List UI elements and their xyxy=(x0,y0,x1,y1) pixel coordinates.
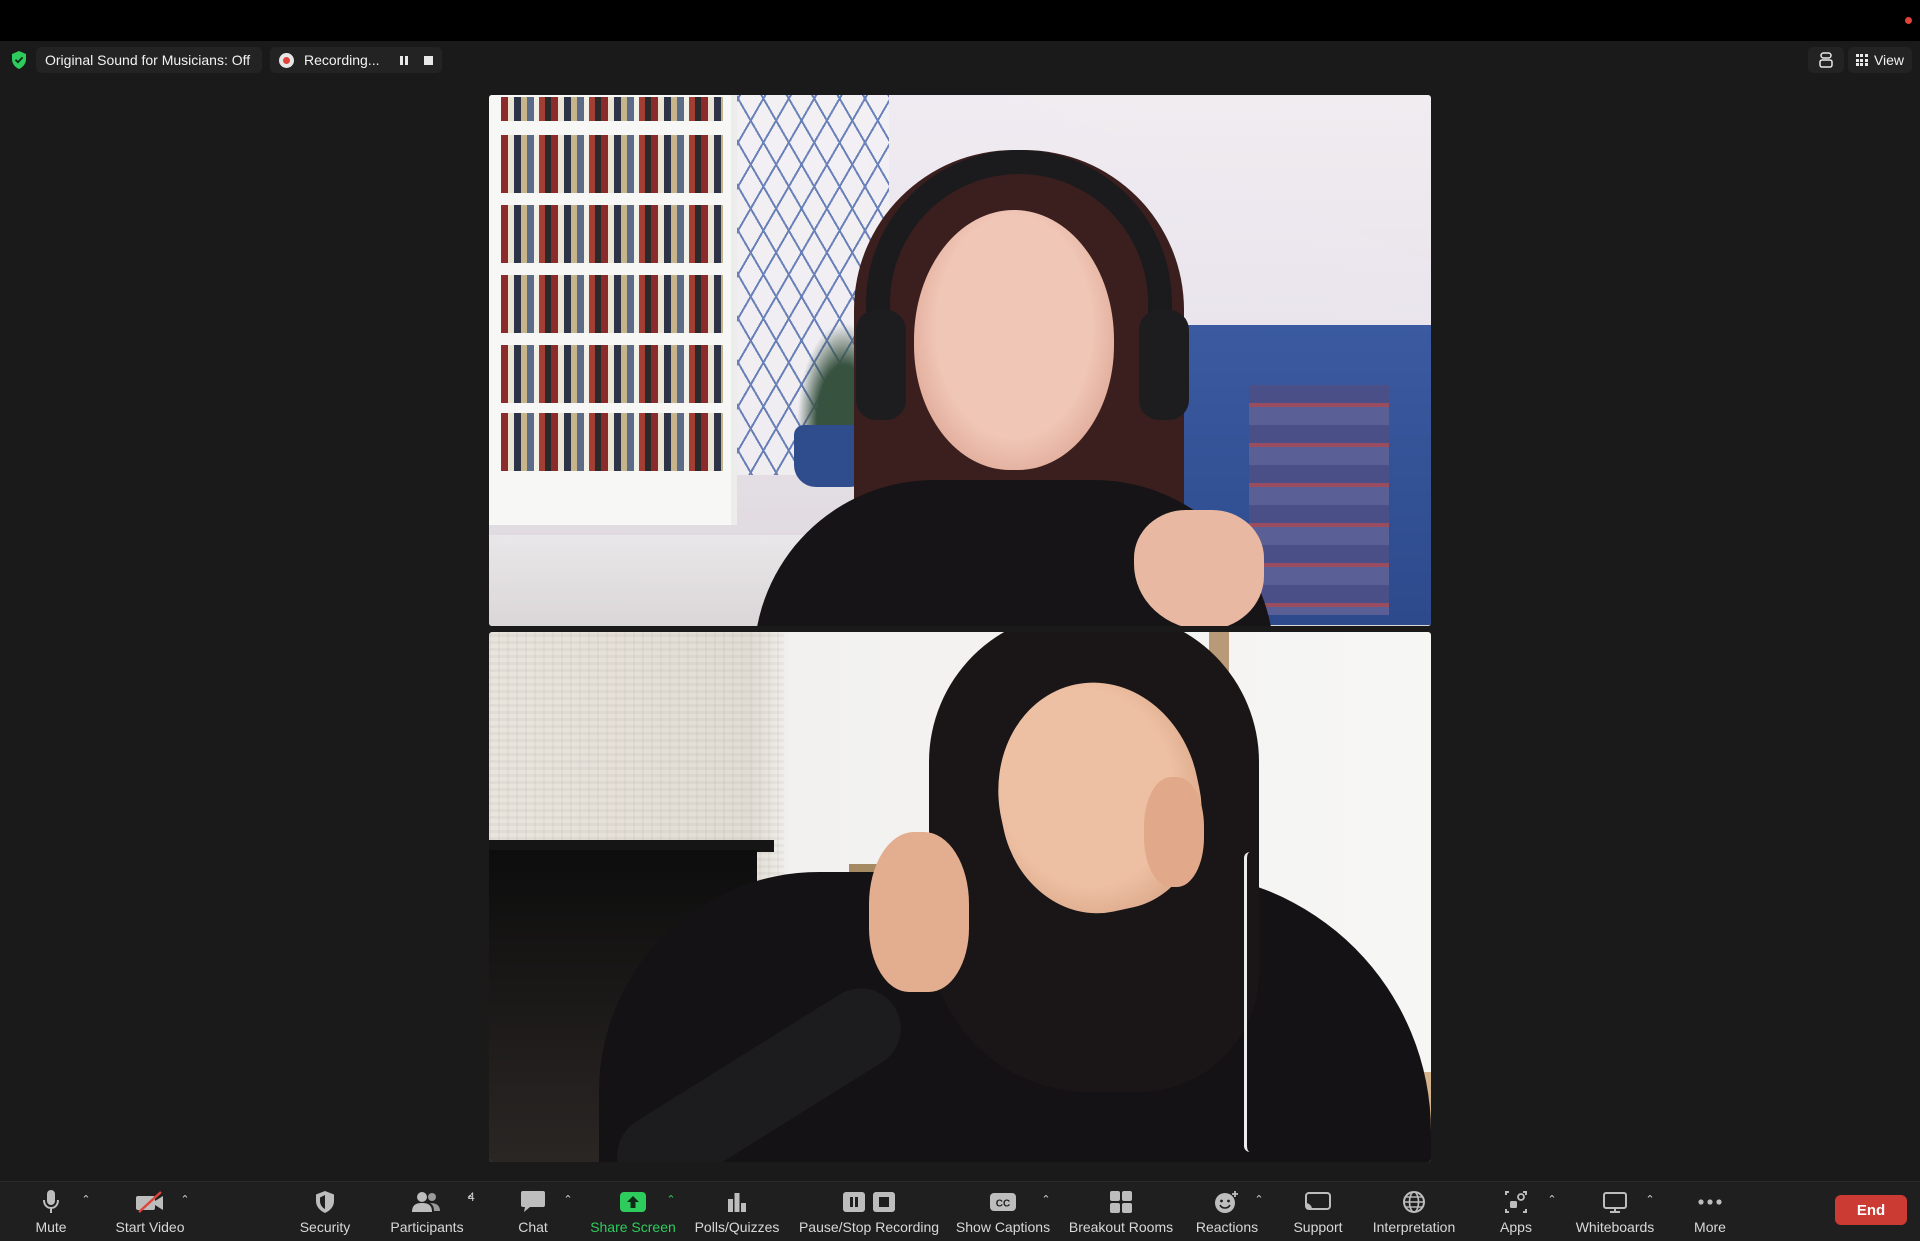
mute-button[interactable]: Mute xyxy=(30,1188,72,1238)
pause-stop-recording-label: Pause/Stop Recording xyxy=(798,1219,940,1235)
share-options-chevron-icon[interactable]: ⌃ xyxy=(666,1195,676,1206)
reactions-label: Reactions xyxy=(1195,1219,1259,1235)
whiteboards-options-chevron-icon[interactable]: ⌃ xyxy=(1645,1195,1655,1206)
end-meeting-button[interactable]: End xyxy=(1835,1195,1907,1225)
participant-video-tile[interactable] xyxy=(489,632,1431,1162)
whiteboard-icon xyxy=(1603,1192,1627,1213)
breakout-rooms-button[interactable]: Breakout Rooms xyxy=(1069,1188,1173,1238)
polls-quizzes-label: Polls/Quizzes xyxy=(694,1219,780,1235)
support-label: Support xyxy=(1293,1219,1343,1235)
share-screen-icon xyxy=(620,1192,646,1212)
original-sound-label: Original Sound for Musicians: Off xyxy=(45,52,251,68)
breakout-rooms-label: Breakout Rooms xyxy=(1068,1219,1174,1235)
view-label: View xyxy=(1873,52,1905,68)
svg-text:CC: CC xyxy=(996,1199,1010,1210)
audio-options-chevron-icon[interactable]: ⌃ xyxy=(81,1195,91,1206)
start-video-label: Start Video xyxy=(115,1219,185,1235)
whiteboards-button[interactable]: Whiteboards xyxy=(1574,1188,1656,1238)
microphone-icon xyxy=(43,1190,59,1213)
globe-icon xyxy=(1403,1191,1425,1213)
cc-icon: CC xyxy=(990,1193,1016,1211)
stop-recording-icon[interactable] xyxy=(424,55,433,65)
pause-stop-recording-button[interactable]: Pause/Stop Recording xyxy=(797,1188,941,1238)
chat-options-chevron-icon[interactable]: ⌃ xyxy=(563,1195,573,1206)
bookshelf xyxy=(489,95,737,525)
participants-options-chevron-icon[interactable]: ⌃ xyxy=(465,1195,475,1206)
share-screen-button[interactable]: Share Screen xyxy=(590,1188,676,1238)
poll-icon xyxy=(728,1193,746,1212)
whiteboards-label: Whiteboards xyxy=(1575,1219,1655,1235)
interpretation-label: Interpretation xyxy=(1372,1219,1456,1235)
original-sound-toggle[interactable]: Original Sound for Musicians: Off xyxy=(36,47,262,73)
video-off-icon xyxy=(136,1191,163,1213)
meeting-top-bar: Original Sound for Musicians: Off Record… xyxy=(0,41,1920,79)
more-label: More xyxy=(1694,1219,1726,1235)
reactions-options-chevron-icon[interactable]: ⌃ xyxy=(1254,1195,1264,1206)
security-button[interactable]: Security xyxy=(295,1188,355,1238)
participants-label: Participants xyxy=(390,1219,464,1235)
recording-status: Recording... xyxy=(270,47,442,73)
encryption-shield-icon[interactable] xyxy=(11,51,27,69)
reactions-button[interactable]: Reactions xyxy=(1195,1188,1259,1238)
immersive-icon xyxy=(1819,52,1833,68)
shield-icon xyxy=(316,1191,334,1213)
window-title-bar xyxy=(0,0,1920,41)
more-icon xyxy=(1698,1199,1722,1205)
grid-view-icon xyxy=(1855,54,1868,66)
support-icon xyxy=(1305,1192,1331,1210)
participants-icon xyxy=(412,1192,440,1212)
recording-icon xyxy=(279,52,294,68)
chat-icon xyxy=(521,1191,545,1212)
show-captions-button[interactable]: CC Show Captions xyxy=(955,1188,1051,1238)
pause-stop-icon xyxy=(843,1192,895,1212)
video-options-chevron-icon[interactable]: ⌃ xyxy=(180,1195,190,1206)
chat-button[interactable]: Chat xyxy=(514,1188,552,1238)
meeting-controls-toolbar: Mute ⌃ Start Video ⌃ Security 4 Particip… xyxy=(0,1181,1920,1241)
view-button[interactable]: View xyxy=(1848,47,1912,73)
participant-video-tile[interactable] xyxy=(489,95,1431,626)
support-button[interactable]: Support xyxy=(1290,1188,1346,1238)
recording-indicator-dot xyxy=(1905,17,1912,24)
interpretation-button[interactable]: Interpretation xyxy=(1371,1188,1457,1238)
recording-label: Recording... xyxy=(304,52,380,68)
reactions-icon xyxy=(1215,1191,1238,1213)
show-captions-label: Show Captions xyxy=(955,1219,1051,1235)
pause-recording-icon[interactable] xyxy=(400,55,409,65)
mute-label: Mute xyxy=(35,1219,67,1235)
polls-quizzes-button[interactable]: Polls/Quizzes xyxy=(694,1188,780,1238)
participants-button[interactable]: 4 Participants xyxy=(387,1188,474,1238)
more-button[interactable]: More xyxy=(1692,1188,1728,1238)
security-label: Security xyxy=(299,1219,351,1235)
start-video-button[interactable]: Start Video xyxy=(112,1188,188,1238)
apps-label: Apps xyxy=(1500,1219,1532,1235)
participant-video xyxy=(744,150,1304,626)
apps-button[interactable]: Apps xyxy=(1497,1188,1535,1238)
share-screen-label: Share Screen xyxy=(590,1219,676,1235)
apps-icon xyxy=(1505,1191,1527,1213)
immersive-view-button[interactable] xyxy=(1808,47,1844,73)
captions-options-chevron-icon[interactable]: ⌃ xyxy=(1041,1195,1051,1206)
chat-label: Chat xyxy=(518,1219,548,1235)
breakout-icon xyxy=(1110,1191,1132,1213)
apps-options-chevron-icon[interactable]: ⌃ xyxy=(1547,1195,1557,1206)
